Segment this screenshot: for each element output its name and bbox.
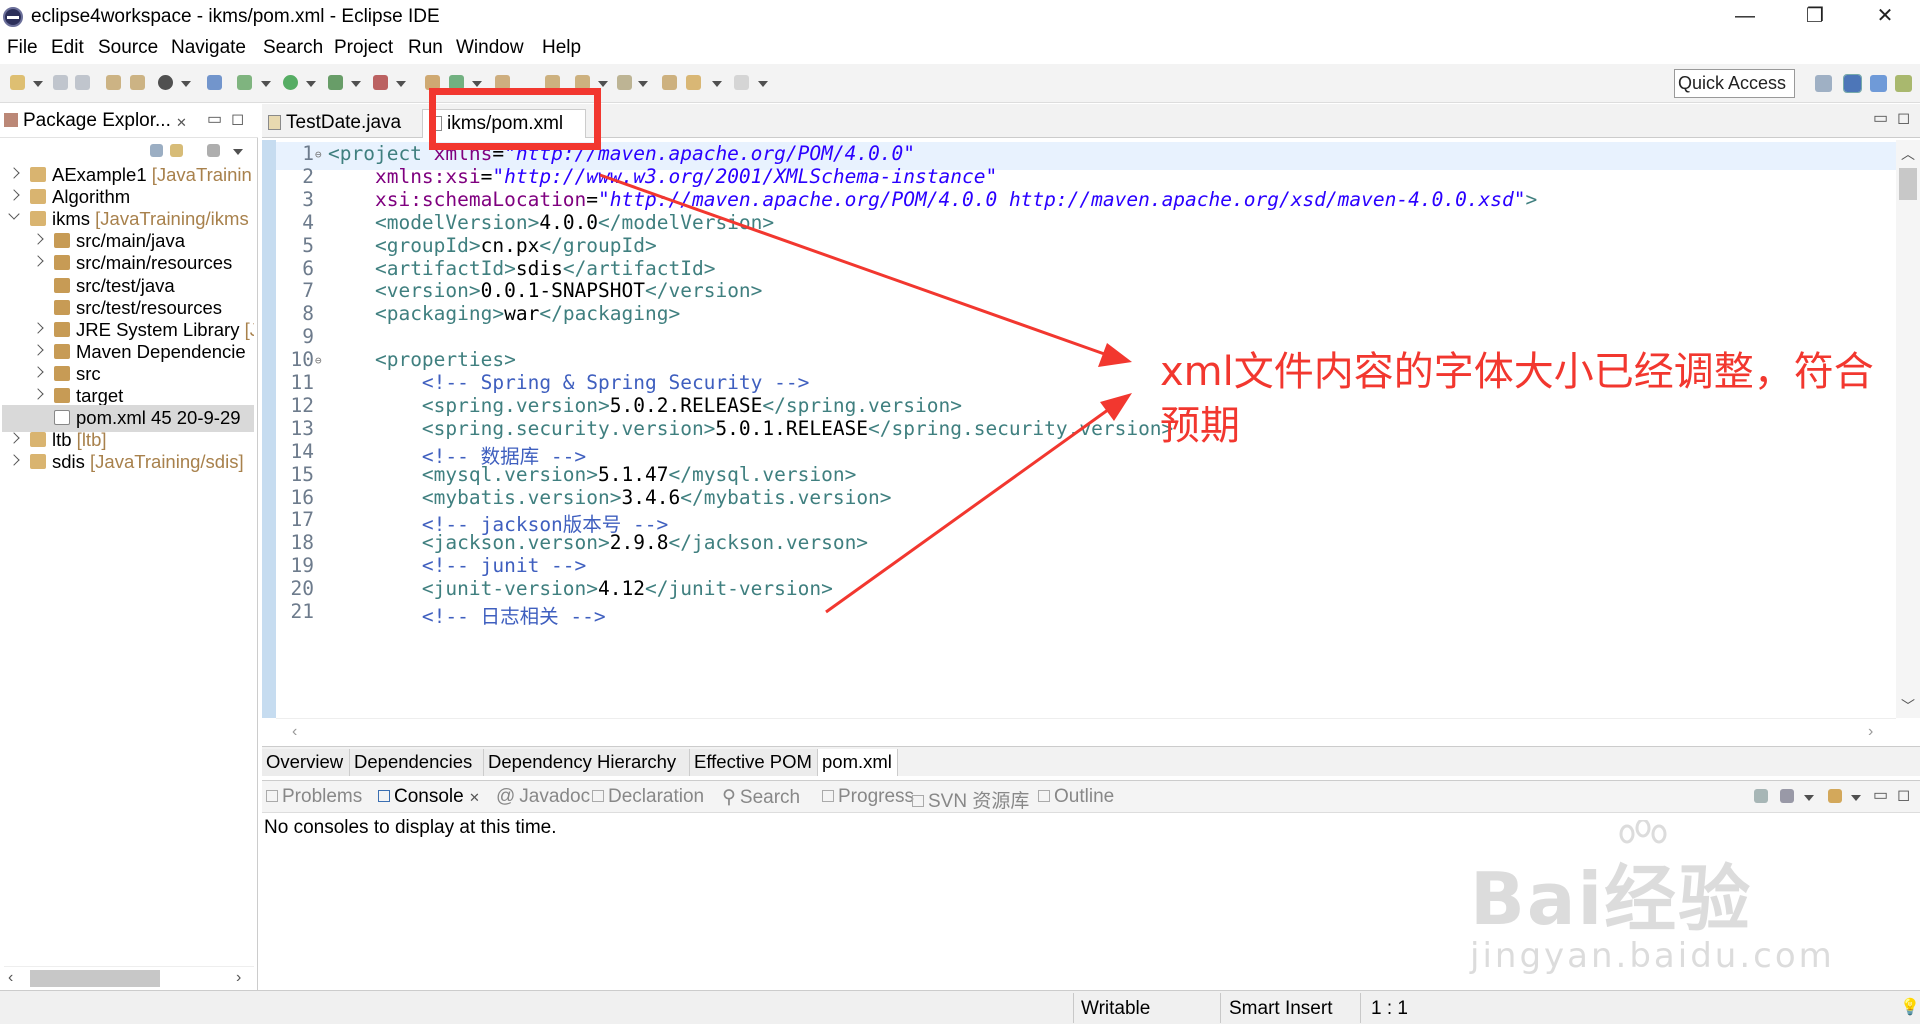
problems-icon [266, 790, 278, 802]
javadoc-icon: @ [496, 786, 516, 807]
arrow-head-upper [1098, 343, 1132, 367]
tab-label: Declaration [608, 786, 705, 807]
tab-outline[interactable]: Outline [1038, 786, 1114, 808]
tab-problems[interactable]: Problems [266, 786, 362, 808]
minimize-console-icon[interactable]: ▭ [1873, 785, 1888, 805]
search-icon: ⚲ [722, 787, 736, 808]
status-bar: Writable Smart Insert 1 : 1 💡 [0, 990, 1920, 1024]
tab-label: Javadoc [519, 786, 591, 807]
display-console-icon[interactable] [1780, 789, 1794, 803]
baidu-watermark: Bai经验 jingyan.baidu.com [1470, 820, 1910, 990]
arrow-head-lower [1100, 393, 1132, 421]
tab-label: Outline [1054, 786, 1115, 807]
status-cursor-position: 1 : 1 [1371, 998, 1408, 1019]
watermark-brand: Bai经验 [1470, 857, 1753, 941]
annotation-text: xml文件内容的字体大小已经调整，符合预期 [1160, 349, 1874, 449]
tab-javadoc[interactable]: @ Javadoc [496, 786, 590, 808]
close-console-icon[interactable]: ✕ [469, 790, 480, 805]
tab-label: Progress [838, 786, 915, 807]
arrow-line-lower [825, 405, 1113, 614]
status-separator [1220, 993, 1221, 1023]
console-tabs: Problems Console ✕ @ Javadoc Declaration … [262, 781, 1920, 813]
tip-icon[interactable]: 💡 [1900, 997, 1920, 1017]
status-separator [1360, 993, 1361, 1023]
display-console-dropdown-icon[interactable] [1804, 795, 1814, 801]
open-console-icon[interactable] [1754, 789, 1768, 803]
status-insert-mode: Smart Insert [1229, 998, 1333, 1019]
tab-label: Problems [282, 786, 363, 807]
tab-label: SVN 资源库 [928, 791, 1030, 812]
new-console-icon[interactable] [1828, 789, 1842, 803]
tab-progress[interactable]: Progress [822, 786, 914, 808]
arrow-line-upper [599, 173, 1111, 358]
status-writable: Writable [1081, 998, 1151, 1019]
tab-console[interactable]: Console ✕ [378, 786, 480, 808]
console-icon [378, 790, 390, 802]
console-message: No consoles to display at this time. [264, 817, 557, 838]
svn-repo-icon [912, 795, 924, 807]
tab-label: Search [739, 787, 801, 808]
declaration-icon [592, 790, 604, 802]
status-separator [1073, 993, 1074, 1023]
new-console-dropdown-icon[interactable] [1851, 795, 1861, 801]
outline-icon [1038, 790, 1050, 802]
tab-label: Console [394, 786, 464, 807]
eclipse-window: eclipse4workspace - ikms/pom.xml - Eclip… [0, 0, 1920, 1024]
tab-declaration[interactable]: Declaration [592, 786, 704, 808]
watermark-url: jingyan.baidu.com [1470, 936, 1835, 976]
tab-svn-repository[interactable]: SVN 资源库 [912, 786, 1029, 813]
maximize-console-icon[interactable]: ◻ [1897, 785, 1910, 805]
progress-icon [822, 790, 834, 802]
tab-search[interactable]: ⚲ Search [722, 786, 800, 809]
